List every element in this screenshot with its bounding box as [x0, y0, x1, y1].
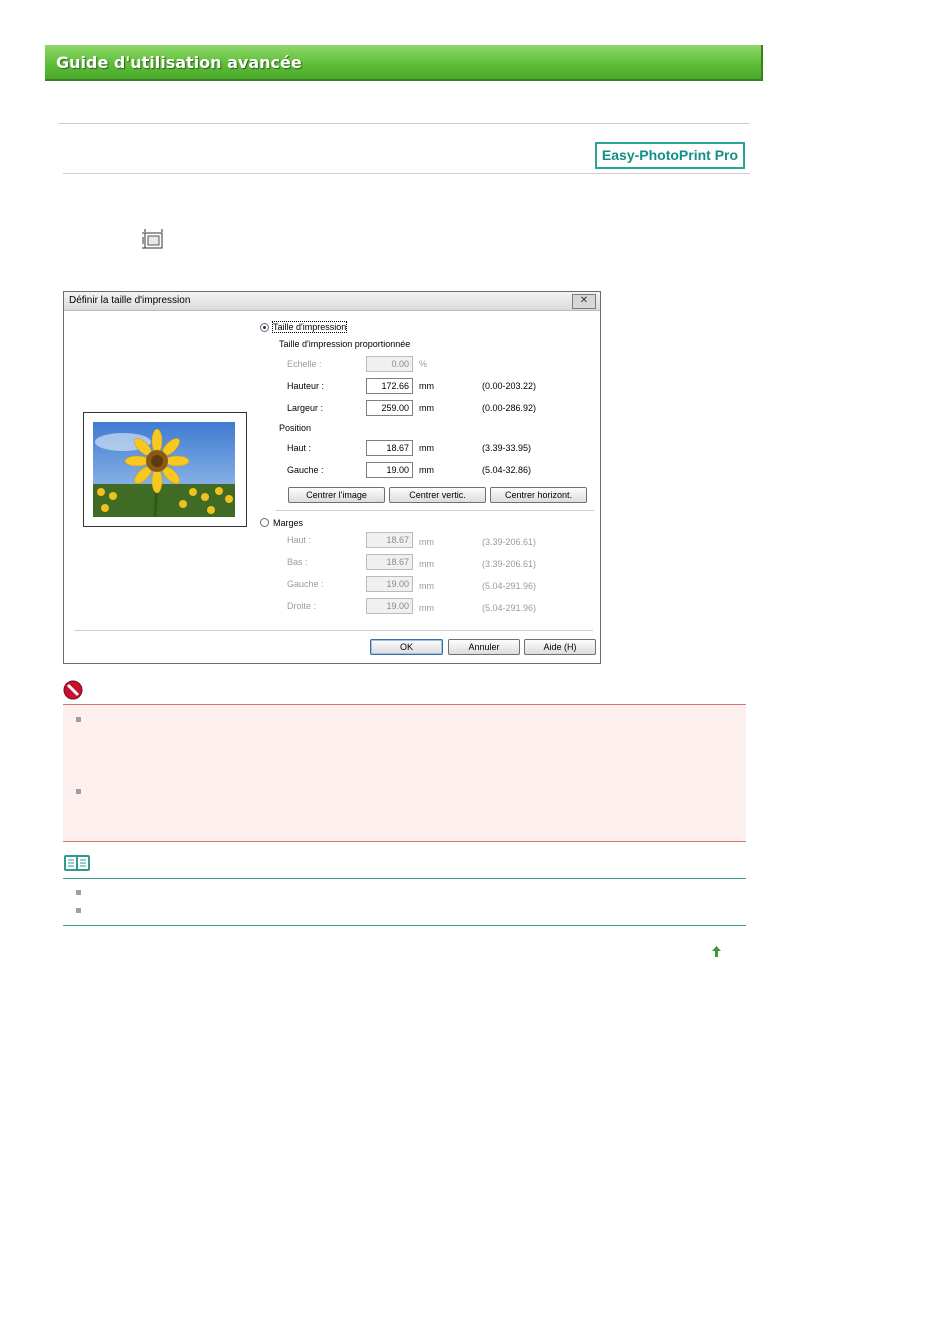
bullet: [76, 908, 81, 913]
left-label: Gauche :: [287, 465, 324, 475]
height-field[interactable]: 172.66: [366, 378, 413, 394]
scale-label: Echelle :: [287, 359, 322, 369]
divider: [58, 123, 750, 124]
width-unit: mm: [419, 403, 434, 413]
width-label: Largeur :: [287, 403, 324, 413]
bullet: [76, 789, 81, 794]
margin-right-label: Droite :: [287, 601, 317, 611]
ok-button[interactable]: OK: [370, 639, 443, 655]
margin-bottom-field[interactable]: 18.67: [366, 554, 413, 570]
print-size-radio-label: Taille d'impression: [271, 321, 348, 333]
dialog-body: Taille d'impression Taille d'impression …: [68, 312, 596, 659]
height-range: (0.00-203.22): [482, 381, 537, 391]
note-section: [63, 878, 746, 926]
dialog-title-bar: Définir la taille d'impression ✕: [64, 292, 600, 311]
margin-right-range: (5.04-291.96): [482, 603, 537, 613]
margin-left-range: (5.04-291.96): [482, 581, 537, 591]
divider: [63, 173, 750, 174]
left-range: (5.04-32.86): [482, 465, 532, 475]
help-button[interactable]: Aide (H): [524, 639, 596, 655]
margin-bottom-unit: mm: [419, 559, 434, 569]
margin-right-field[interactable]: 19.00: [366, 598, 413, 614]
cancel-button[interactable]: Annuler: [448, 639, 520, 655]
center-image-button[interactable]: Centrer l'image: [288, 487, 385, 503]
left-unit: mm: [419, 465, 434, 475]
top-label: Haut :: [287, 443, 312, 453]
top-unit: mm: [419, 443, 434, 453]
margin-left-field[interactable]: 19.00: [366, 576, 413, 592]
close-button[interactable]: ✕: [572, 294, 596, 309]
image-preview: [83, 412, 247, 527]
margins-radio-label: Marges: [273, 518, 304, 528]
book-icon: [64, 855, 90, 871]
header-banner: Guide d'utilisation avancée: [45, 45, 763, 81]
margin-top-unit: mm: [419, 537, 434, 547]
bullet: [76, 890, 81, 895]
product-badge: Easy-PhotoPrint Pro: [595, 142, 745, 169]
dialog-title: Définir la taille d'impression: [69, 295, 191, 306]
footer-divider: [74, 630, 593, 631]
top-range: (3.39-33.95): [482, 443, 532, 453]
margin-left-label: Gauche :: [287, 579, 324, 589]
center-horizontal-button[interactable]: Centrer horizont.: [490, 487, 587, 503]
left-field[interactable]: 19.00: [366, 462, 413, 478]
height-label: Hauteur :: [287, 381, 325, 391]
margin-top-field[interactable]: 18.67: [366, 532, 413, 548]
center-vertical-button[interactable]: Centrer vertic.: [389, 487, 486, 503]
header-title: Guide d'utilisation avancée: [56, 53, 302, 72]
bullet: [76, 717, 81, 722]
margin-bottom-range: (3.39-206.61): [482, 559, 537, 569]
scale-unit: %: [419, 359, 428, 369]
width-range: (0.00-286.92): [482, 403, 537, 413]
important-notice: [63, 704, 746, 842]
height-unit: mm: [419, 381, 434, 391]
margin-bottom-label: Bas :: [287, 557, 308, 567]
print-size-icon: [142, 229, 163, 249]
margin-left-unit: mm: [419, 581, 434, 591]
back-to-top-icon[interactable]: [710, 945, 723, 958]
width-field[interactable]: 259.00: [366, 400, 413, 416]
stop-icon: [63, 680, 83, 700]
sunflower-photo: [93, 422, 235, 517]
print-size-dialog: Définir la taille d'impression ✕ Taille …: [63, 291, 601, 664]
margins-radio[interactable]: [260, 518, 269, 527]
margin-top-label: Haut :: [287, 535, 312, 545]
section-divider: [276, 510, 594, 511]
margin-right-unit: mm: [419, 603, 434, 613]
margin-top-range: (3.39-206.61): [482, 537, 537, 547]
position-label: Position: [279, 423, 312, 433]
proportional-label: Taille d'impression proportionnée: [279, 339, 411, 349]
top-field[interactable]: 18.67: [366, 440, 413, 456]
print-size-radio[interactable]: [260, 323, 269, 332]
scale-field[interactable]: 0.00: [366, 356, 413, 372]
